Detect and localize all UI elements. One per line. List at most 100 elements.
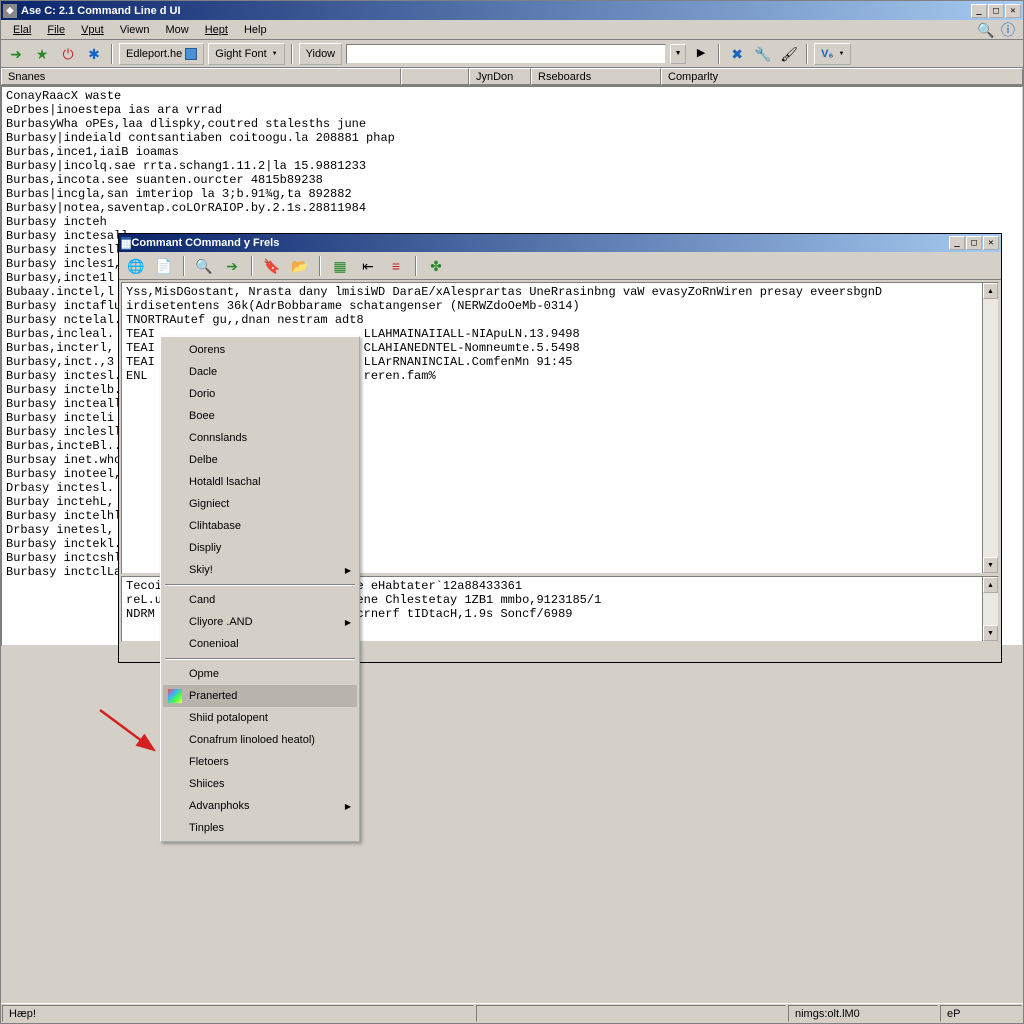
toolbar-separator: [806, 44, 808, 64]
toolbar-separator: [415, 256, 417, 276]
main-toolbar: ➜ ★ ⏻ ✱ Edleport.he Gight Font ▼ Yidow ▼…: [1, 40, 1023, 68]
ctx-gigniect[interactable]: Gigniect: [163, 493, 357, 515]
tb-power[interactable]: ⏻: [57, 43, 79, 65]
minimize-button[interactable]: _: [971, 4, 987, 18]
ctx-item-label: Clihtabase: [189, 520, 241, 532]
ctx-advanphoks[interactable]: Advanphoks▶: [163, 795, 357, 817]
ctx-cand[interactable]: Cand: [163, 589, 357, 611]
ctx-clihtabase[interactable]: Clihtabase: [163, 515, 357, 537]
ctx-shiid-potalopent[interactable]: Shiid potalopent: [163, 707, 357, 729]
ctx-delbe[interactable]: Delbe: [163, 449, 357, 471]
tb-wrench[interactable]: 🔧: [752, 43, 774, 65]
column-header-row: Snanes JynDon Rseboards Comparlty: [1, 68, 1023, 86]
ctx-skiy-[interactable]: Skiy!▶: [163, 559, 357, 581]
main-titlebar[interactable]: ◆ Ase C: 2.1 Command Line d UI _ □ ✕: [1, 1, 1023, 20]
grid-icon[interactable]: ▦: [329, 255, 351, 277]
menu-viewn[interactable]: Viewn: [112, 22, 158, 38]
arrow-icon[interactable]: ➔: [221, 255, 243, 277]
ctx-cliyore-and[interactable]: Cliyore .AND▶: [163, 611, 357, 633]
ctx-conafrum-linoloed-heatol-[interactable]: Conafrum linoloed heatol): [163, 729, 357, 751]
ctx-item-label: Cliyore .AND: [189, 616, 253, 628]
scroll-down-arrow[interactable]: ▼: [983, 557, 998, 573]
info-icon[interactable]: ⓘ: [997, 19, 1019, 41]
search-icon[interactable]: 🔍: [975, 19, 997, 41]
toolbar-separator: [183, 256, 185, 276]
child-app-icon: ▦: [121, 237, 131, 250]
ctx-connslands[interactable]: Connslands: [163, 427, 357, 449]
folder-icon[interactable]: 📂: [289, 255, 311, 277]
status-blank: [476, 1005, 786, 1022]
tb-go[interactable]: ▶: [690, 43, 712, 65]
menu-file[interactable]: File: [39, 22, 73, 38]
ctx-pranerted[interactable]: Pranerted: [163, 685, 357, 707]
scroll-track[interactable]: [983, 299, 998, 557]
yidow-button[interactable]: Yidow: [299, 43, 343, 65]
scroll-track[interactable]: [983, 593, 998, 625]
col-blank[interactable]: [401, 68, 469, 85]
gight-font-label: Gight Font: [215, 48, 266, 60]
ctx-boee[interactable]: Boee: [163, 405, 357, 427]
col-jyndon[interactable]: JynDon: [469, 68, 531, 85]
gight-font-dropdown[interactable]: Gight Font ▼: [208, 43, 284, 65]
tb-star[interactable]: ★: [31, 43, 53, 65]
col-snanes[interactable]: Snanes: [1, 68, 401, 85]
tb-snowflake[interactable]: ✱: [83, 43, 105, 65]
ctx-item-label: Tinples: [189, 822, 224, 834]
scroll-down-arrow[interactable]: ▼: [983, 625, 998, 641]
scroll-up-arrow[interactable]: ▲: [983, 283, 998, 299]
context-menu-separator: [165, 584, 355, 586]
toolbar-separator: [291, 44, 293, 64]
menu-hept[interactable]: Hept: [197, 22, 236, 38]
ctx-item-label: Opme: [189, 668, 219, 680]
edleport-label: Edleport.he: [126, 48, 182, 60]
ctx-dorio[interactable]: Dorio: [163, 383, 357, 405]
menu-elal[interactable]: Elal: [5, 22, 39, 38]
address-input[interactable]: [346, 44, 666, 64]
child-maximize-button[interactable]: □: [966, 236, 982, 250]
maximize-button[interactable]: □: [988, 4, 1004, 18]
child-minimize-button[interactable]: _: [949, 236, 965, 250]
ctx-fletoers[interactable]: Fletoers: [163, 751, 357, 773]
menu-help[interactable]: Help: [236, 22, 275, 38]
collapse-icon[interactable]: ⇤: [357, 255, 379, 277]
ctx-item-label: Oorens: [189, 344, 225, 356]
tb-x[interactable]: ✖: [726, 43, 748, 65]
edleport-dropdown[interactable]: Edleport.he: [119, 43, 204, 65]
tb-forward[interactable]: ➜: [5, 43, 27, 65]
child-lower-scrollbar[interactable]: ▲ ▼: [982, 577, 998, 641]
ctx-hotaldl-lsachal[interactable]: Hotaldl lsachal: [163, 471, 357, 493]
child-close-button[interactable]: ✕: [983, 236, 999, 250]
col-rseboards[interactable]: Rseboards: [531, 68, 661, 85]
search-icon[interactable]: 🔍: [193, 255, 215, 277]
ctx-shiices[interactable]: Shiices: [163, 773, 357, 795]
ctx-opme[interactable]: Opme: [163, 663, 357, 685]
bookmark-icon[interactable]: 🔖: [261, 255, 283, 277]
ctx-displiy[interactable]: Displiy: [163, 537, 357, 559]
ctx-item-label: Displiy: [189, 542, 221, 554]
address-dropdown-button[interactable]: ▼: [670, 44, 686, 64]
ctx-item-label: Dacle: [189, 366, 217, 378]
ctx-dacle[interactable]: Dacle: [163, 361, 357, 383]
puzzle-icon[interactable]: ✤: [425, 255, 447, 277]
red-pointer-arrow: [96, 702, 166, 762]
ctx-conenioal[interactable]: Conenioal: [163, 633, 357, 655]
page-icon[interactable]: 📄: [153, 255, 175, 277]
tb-paint[interactable]: 🖌: [778, 43, 800, 65]
vb-dropdown[interactable]: V₆ ▼: [814, 43, 851, 65]
menu-vput[interactable]: Vput: [73, 22, 112, 38]
globe-icon[interactable]: 🌐: [125, 255, 147, 277]
scroll-up-arrow[interactable]: ▲: [983, 577, 998, 593]
window-controls: _ □ ✕: [971, 4, 1021, 18]
child-upper-scrollbar[interactable]: ▲ ▼: [982, 283, 998, 573]
menubar: Elal File Vput Viewn Mow Hept Help 🔍 ⓘ: [1, 20, 1023, 40]
close-button[interactable]: ✕: [1005, 4, 1021, 18]
ctx-tinples[interactable]: Tinples: [163, 817, 357, 839]
doc-icon: [185, 48, 197, 60]
col-comparlty[interactable]: Comparlty: [661, 68, 1023, 85]
menu-mow[interactable]: Mow: [157, 22, 196, 38]
child-toolbar: 🌐 📄 🔍 ➔ 🔖 📂 ▦ ⇤ ≡ ✤: [119, 252, 1001, 280]
child-titlebar[interactable]: ▦ Commant COmmand y Frels _ □ ✕: [119, 234, 1001, 252]
list-icon[interactable]: ≡: [385, 255, 407, 277]
toolbar-separator: [319, 256, 321, 276]
ctx-oorens[interactable]: Oorens: [163, 339, 357, 361]
